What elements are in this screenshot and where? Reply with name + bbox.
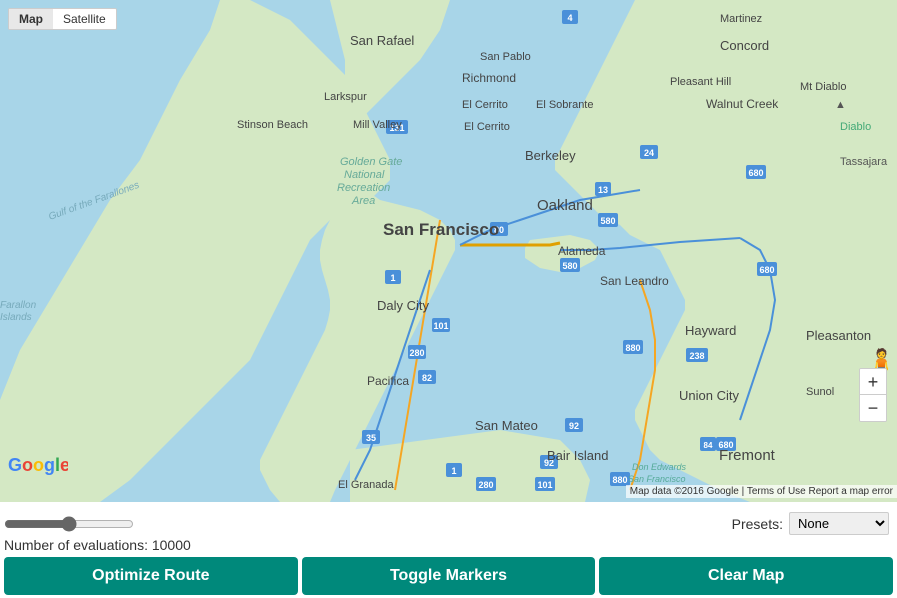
svg-text:Mt Diablo: Mt Diablo	[800, 81, 846, 93]
svg-text:Recreation: Recreation	[337, 182, 390, 194]
svg-text:▲: ▲	[835, 99, 846, 111]
svg-text:El Cerrito: El Cerrito	[464, 121, 510, 133]
svg-text:Martinez: Martinez	[720, 13, 762, 25]
svg-text:Google: Google	[8, 455, 68, 475]
svg-text:Farallon: Farallon	[0, 300, 37, 311]
svg-text:24: 24	[644, 148, 654, 158]
svg-text:San Mateo: San Mateo	[475, 418, 538, 433]
svg-text:Fremont: Fremont	[719, 447, 776, 464]
svg-text:Area: Area	[351, 195, 375, 207]
evaluations-slider[interactable]	[4, 516, 134, 532]
svg-text:Diablo: Diablo	[840, 121, 871, 133]
svg-text:280: 280	[478, 480, 493, 490]
svg-text:580: 580	[600, 216, 615, 226]
svg-text:13: 13	[598, 185, 608, 195]
svg-text:Mill Valley: Mill Valley	[353, 119, 402, 131]
svg-text:1: 1	[451, 466, 456, 476]
svg-text:Larkspur: Larkspur	[324, 91, 367, 103]
action-buttons: Optimize Route Toggle Markers Clear Map	[0, 557, 897, 595]
svg-text:680: 680	[759, 265, 774, 275]
clear-map-button[interactable]: Clear Map	[599, 557, 893, 595]
presets-label: Presets:	[732, 516, 783, 532]
svg-text:Alameda: Alameda	[558, 244, 606, 258]
svg-text:92: 92	[569, 421, 579, 431]
svg-text:San Leandro: San Leandro	[600, 274, 669, 288]
svg-text:101: 101	[433, 321, 448, 331]
svg-text:Hayward: Hayward	[685, 323, 736, 338]
svg-text:238: 238	[689, 351, 704, 361]
svg-text:San Francisco: San Francisco	[628, 474, 686, 484]
svg-text:Stinson Beach: Stinson Beach	[237, 119, 308, 131]
svg-text:280: 280	[409, 348, 424, 358]
svg-text:Concord: Concord	[720, 38, 769, 53]
google-logo: Google	[8, 453, 68, 480]
svg-text:Don Edwards: Don Edwards	[632, 462, 687, 472]
svg-text:84: 84	[704, 441, 713, 450]
svg-text:San Francisco: San Francisco	[383, 220, 499, 239]
map-type-toggle: Map Satellite	[8, 8, 117, 30]
svg-text:San Rafael: San Rafael	[350, 33, 414, 48]
svg-text:National: National	[344, 169, 385, 181]
evaluations-label: Number of evaluations: 10000	[0, 537, 897, 557]
svg-text:San Pablo: San Pablo	[480, 51, 531, 63]
optimize-route-button[interactable]: Optimize Route	[4, 557, 298, 595]
svg-text:Walnut Creek: Walnut Creek	[706, 97, 779, 111]
svg-text:35: 35	[366, 433, 376, 443]
svg-text:4: 4	[567, 13, 572, 23]
svg-text:Tassajara: Tassajara	[840, 156, 888, 168]
svg-text:Richmond: Richmond	[462, 71, 516, 85]
svg-text:Golden Gate: Golden Gate	[340, 156, 402, 168]
attribution-text: Map data ©2016 Google | Terms of Use Rep…	[630, 486, 893, 497]
svg-text:Oakland: Oakland	[537, 197, 593, 214]
zoom-out-button[interactable]: −	[860, 395, 886, 421]
svg-text:880: 880	[625, 343, 640, 353]
zoom-controls: + −	[859, 368, 887, 422]
svg-text:Bair Island: Bair Island	[547, 448, 608, 463]
zoom-in-button[interactable]: +	[860, 369, 886, 395]
svg-text:El Granada: El Granada	[338, 479, 395, 491]
svg-text:El Sobrante: El Sobrante	[536, 99, 593, 111]
svg-text:Islands: Islands	[0, 312, 32, 323]
svg-text:1: 1	[390, 273, 395, 283]
bottom-controls: Presets: None Number of evaluations: 100…	[0, 502, 897, 598]
svg-text:Pleasant Hill: Pleasant Hill	[670, 76, 731, 88]
presets-select[interactable]: None	[789, 512, 889, 535]
svg-text:El Cerrito: El Cerrito	[462, 99, 508, 111]
svg-text:Sunol: Sunol	[806, 386, 834, 398]
toggle-markers-button[interactable]: Toggle Markers	[302, 557, 596, 595]
map-container[interactable]: 101 280 80 580 680 35 92 82 238 880 13 2…	[0, 0, 897, 502]
map-type-map-btn[interactable]: Map	[9, 9, 53, 29]
svg-text:880: 880	[612, 475, 627, 485]
svg-text:680: 680	[748, 168, 763, 178]
svg-text:101: 101	[537, 480, 552, 490]
svg-text:Pacifica: Pacifica	[367, 374, 409, 388]
svg-text:Pleasanton: Pleasanton	[806, 328, 871, 343]
map-attribution: Map data ©2016 Google | Terms of Use Rep…	[626, 485, 897, 498]
map-type-satellite-btn[interactable]: Satellite	[53, 9, 116, 29]
svg-text:Union City: Union City	[679, 388, 739, 403]
svg-text:Berkeley: Berkeley	[525, 148, 576, 163]
svg-text:82: 82	[422, 373, 432, 383]
svg-text:580: 580	[562, 261, 577, 271]
svg-text:Daly City: Daly City	[377, 298, 430, 313]
